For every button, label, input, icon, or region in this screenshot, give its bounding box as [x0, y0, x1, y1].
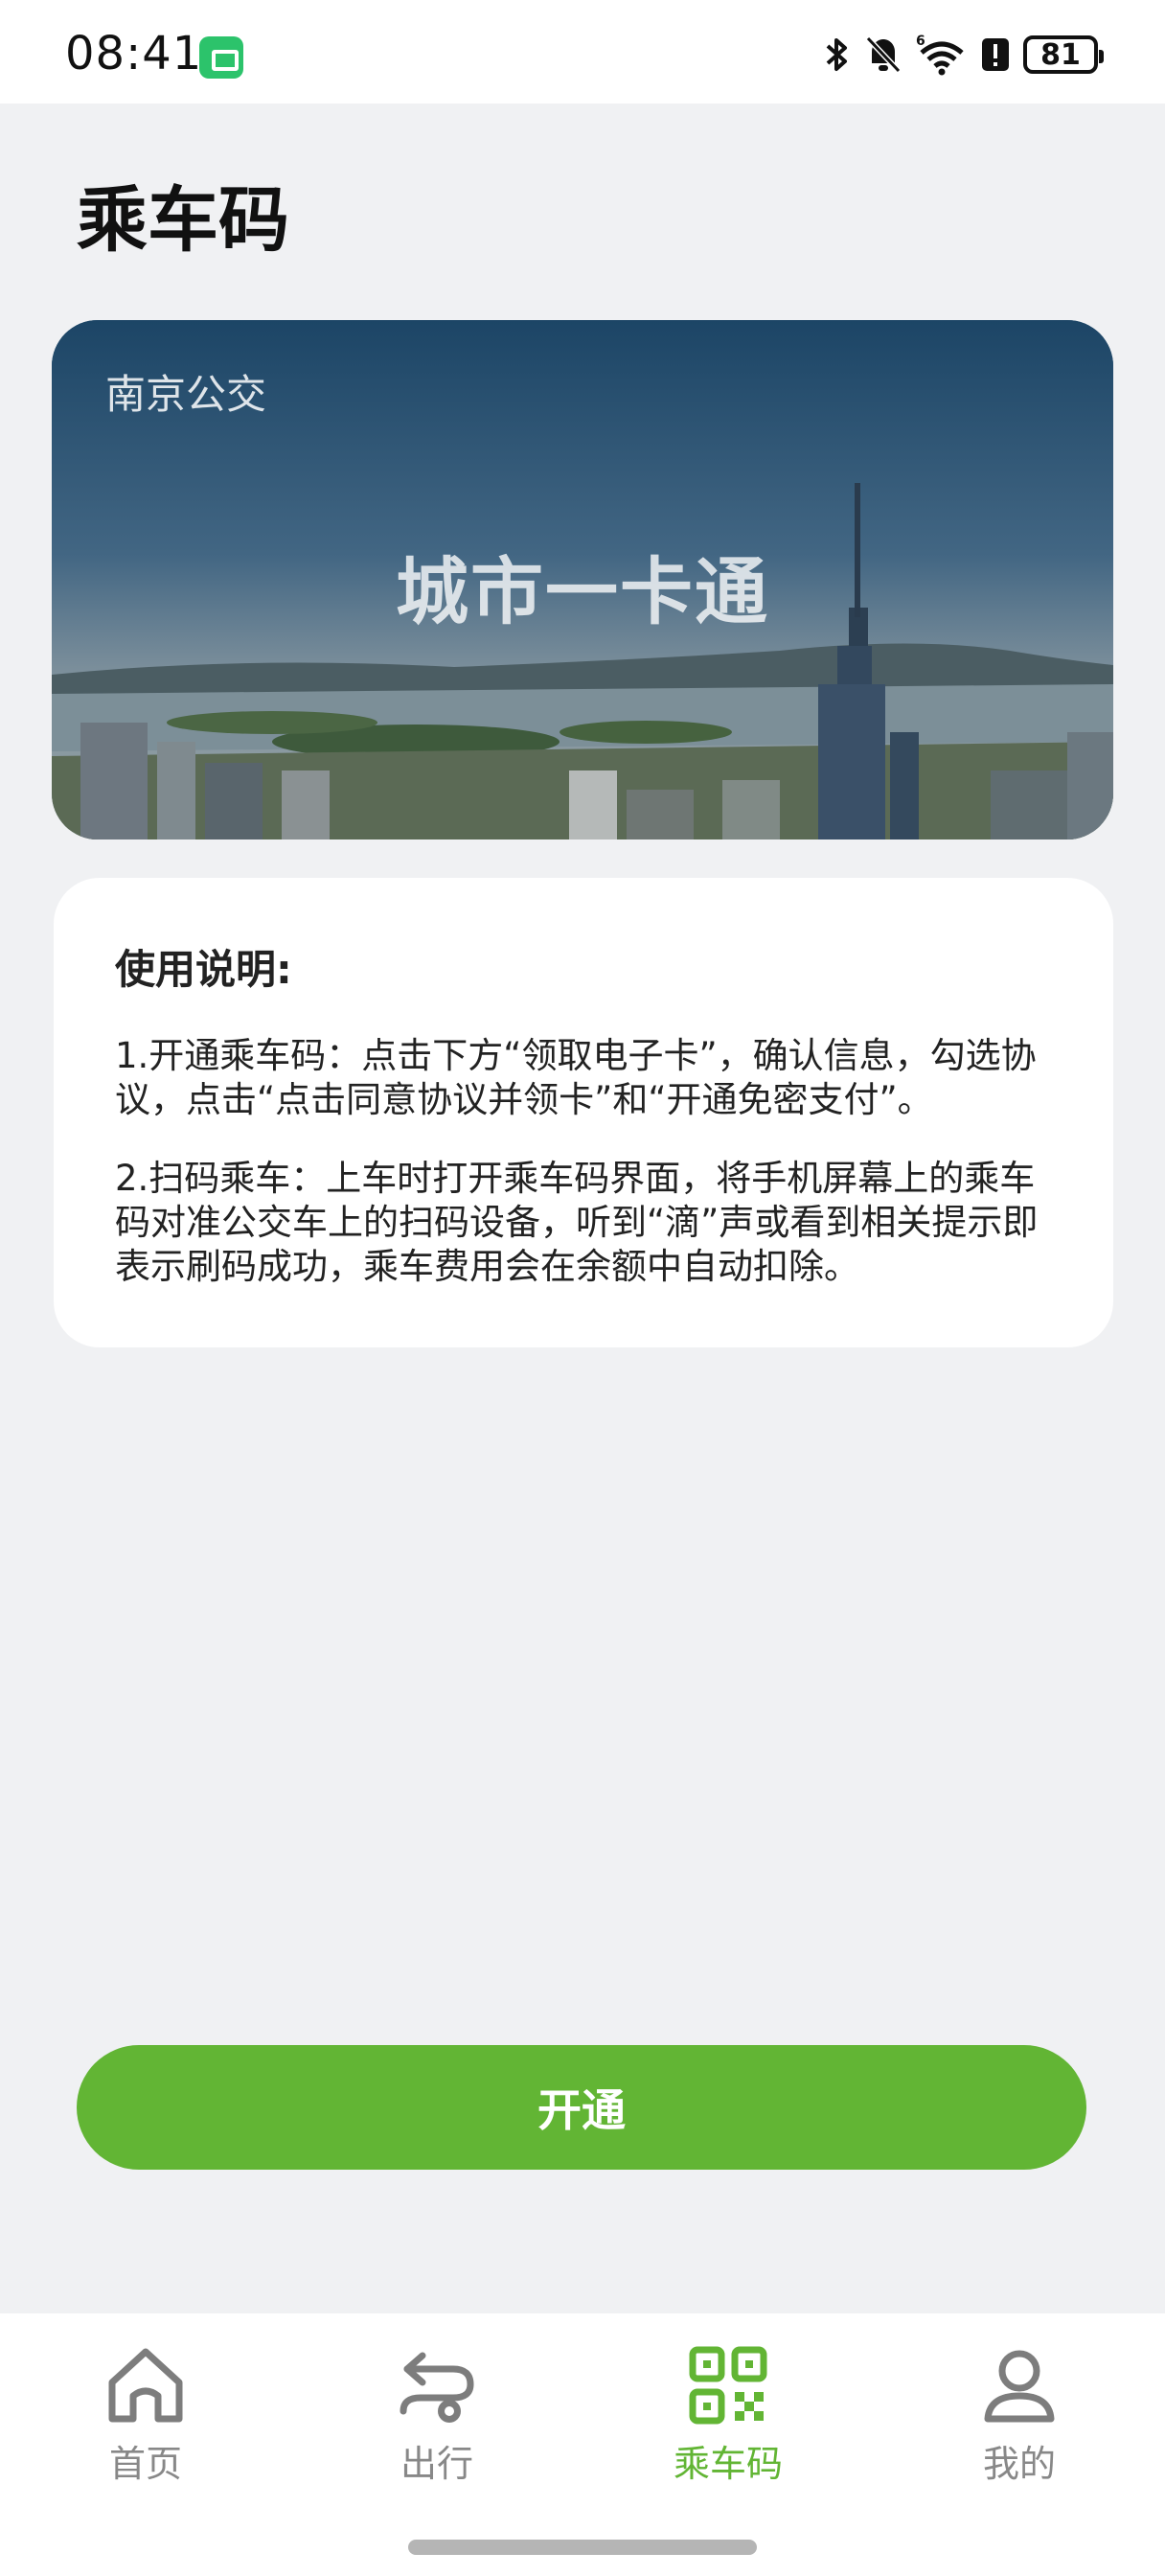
nav-label-ride-code: 乘车码 [673, 2443, 783, 2485]
nav-label-home: 首页 [108, 2443, 182, 2485]
nav-item-ride-code[interactable]: 乘车码 [632, 2342, 824, 2496]
bottom-nav: 首页 出行 乘车码 我的 [0, 2313, 1165, 2576]
instruction-step-2: 2.扫码乘车：上车时打开乘车码界面，将手机屏幕上的乘车码对准公交车上的扫码设备，… [115, 1158, 1039, 1287]
nav-label-profile: 我的 [982, 2443, 1056, 2485]
bluetooth-icon [826, 38, 847, 71]
app-notification-icon [199, 36, 243, 79]
svg-text:6: 6 [916, 34, 925, 49]
wifi-6-icon: 6 [916, 34, 964, 76]
travel-icon [400, 2352, 474, 2423]
profile-icon [984, 2350, 1055, 2423]
card-title: 城市一卡通 [396, 549, 769, 634]
instruction-step-1: 1.开通乘车码：点击下方“领取电子卡”，确认信息，勾选协议，点击“点击同意协议并… [115, 1035, 1037, 1120]
alert-icon [982, 38, 1009, 71]
status-icons: 6 81 [824, 29, 1104, 80]
status-time: 08:41 [65, 27, 203, 80]
home-icon [108, 2348, 183, 2423]
city-card[interactable]: 南京公交 城市一卡通 [52, 320, 1113, 840]
page-title: 乘车码 [77, 179, 289, 262]
card-brand: 南京公交 [105, 371, 267, 418]
nav-label-travel: 出行 [400, 2443, 473, 2485]
home-indicator[interactable] [408, 2540, 757, 2555]
nav-item-home[interactable]: 首页 [50, 2342, 241, 2496]
nav-item-travel[interactable]: 出行 [341, 2342, 533, 2496]
instructions-panel: 使用说明: 1.开通乘车码：点击下方“领取电子卡”，确认信息，勾选协议，点击“点… [54, 878, 1113, 1347]
mute-bell-icon [865, 35, 902, 74]
open-button[interactable]: 开通 [77, 2045, 1086, 2170]
status-bar: 08:41 6 81 [0, 0, 1165, 104]
instructions-heading: 使用说明: [115, 946, 292, 993]
battery-icon: 81 [1023, 35, 1104, 74]
qr-code-icon [689, 2346, 767, 2425]
nav-item-profile[interactable]: 我的 [924, 2342, 1115, 2496]
